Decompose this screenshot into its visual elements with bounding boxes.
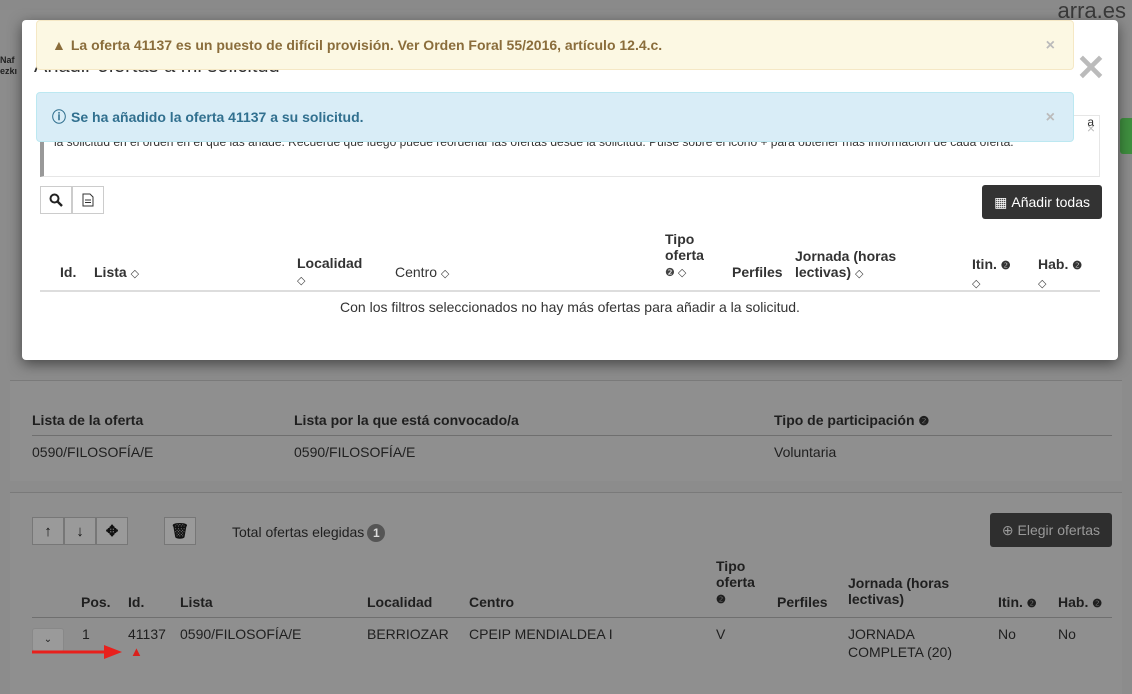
close-icon[interactable]: ×	[1046, 109, 1055, 127]
table-header-divider	[40, 290, 1100, 292]
help-icon[interactable]: ❷	[1027, 598, 1037, 610]
sort-icon: ◇	[130, 268, 140, 280]
arrow-up-icon: ↑	[44, 522, 52, 540]
header-tipo-participacion: Tipo de participación ❷	[774, 412, 930, 428]
warning-triangle-icon[interactable]: ▲	[130, 643, 143, 661]
help-icon: ❷	[1072, 260, 1083, 272]
offer-added-info: ⓘ Se ha añadido la oferta 41137 a su soli…	[36, 92, 1074, 142]
col-id: Id.	[128, 594, 145, 610]
table-header-divider	[32, 617, 1112, 618]
search-plus-icon: ⊕	[1001, 521, 1018, 538]
info-icon: ⓘ	[52, 109, 66, 125]
offer-info-section: Lista de la oferta Lista por la que está…	[10, 380, 1122, 481]
search-icon	[49, 193, 63, 207]
delete-button[interactable]: 🗑	[164, 517, 196, 545]
col-perfiles: Perfiles	[777, 594, 828, 610]
col-perfiles: Perfiles	[732, 264, 783, 280]
col-hab[interactable]: Hab. ❷ ◇	[1038, 256, 1082, 292]
row-lista: 0590/FILOSOFÍA/E	[180, 626, 302, 642]
modal-toolbar	[40, 186, 104, 214]
header-lista-convocado: Lista por la que está convocado/a	[294, 412, 519, 428]
help-icon[interactable]: ❷	[918, 414, 929, 428]
table-icon: ▦	[994, 193, 1008, 210]
row-localidad: BERRIOZAR	[367, 626, 449, 642]
col-centro: Centro	[469, 594, 515, 610]
row-pos: 1	[82, 626, 90, 642]
arrow-down-icon: ↓	[76, 522, 84, 540]
col-localidad: Localidad	[367, 594, 433, 610]
sort-icon: ◇	[297, 275, 306, 287]
annotation-arrow	[32, 645, 122, 659]
col-tipo-oferta: Tipo oferta ❷	[716, 558, 755, 606]
help-icon: ❷	[1000, 260, 1011, 272]
divider	[32, 435, 1112, 436]
intro-trailing-text: a	[1087, 115, 1094, 129]
sort-icon: ◇	[854, 268, 864, 280]
move-up-button[interactable]: ↑	[32, 517, 64, 545]
col-id: Id.	[60, 264, 77, 280]
col-lista[interactable]: Lista ◇	[94, 264, 139, 282]
col-itin: Itin. ❷	[998, 594, 1037, 610]
header-lista-oferta: Lista de la oferta	[32, 412, 144, 428]
col-jornada[interactable]: Jornada (horas lectivas) ◇	[795, 248, 925, 282]
row-hab: No	[1058, 626, 1076, 642]
col-pos: Pos.	[81, 594, 111, 610]
nav-fragment: Naf ezkı	[0, 55, 18, 76]
close-icon[interactable]: ×	[1046, 37, 1055, 55]
export-button[interactable]	[72, 186, 104, 214]
sort-icon: ◇	[972, 278, 981, 290]
col-localidad[interactable]: Localidad ◇	[297, 255, 362, 289]
row-centro: CPEIP MENDIALDEA I	[469, 626, 613, 642]
top-bar	[0, 0, 1132, 10]
move-icon: ✥	[105, 523, 119, 540]
col-hab: Hab. ❷	[1058, 594, 1103, 610]
modal-close-icon[interactable]: ✕	[1076, 50, 1106, 86]
trash-icon: 🗑	[170, 523, 190, 540]
difficult-post-warning: ▲ La oferta 41137 es un puesto de difícil…	[36, 20, 1074, 70]
chosen-offers-section: ↑ ↓ ✥ 🗑 Total ofertas elegidas 1 ⊕ Elegir…	[10, 492, 1122, 694]
row-itin: No	[998, 626, 1016, 642]
delete-toolbar: 🗑	[164, 517, 196, 545]
add-offers-modal: Añadir ofertas a mi solicitud ✕ la solic…	[22, 20, 1118, 360]
document-icon	[82, 193, 94, 207]
sort-icon: ◇	[440, 268, 450, 280]
total-chosen: Total ofertas elegidas 1	[232, 524, 386, 542]
help-icon[interactable]: ❷	[1092, 598, 1102, 610]
help-icon[interactable]: ❷	[716, 594, 726, 606]
col-lista: Lista	[180, 594, 213, 610]
col-centro[interactable]: Centro ◇	[395, 264, 449, 282]
total-badge: 1	[367, 524, 386, 542]
help-sort-icon: ❷ ◇	[665, 267, 687, 279]
choose-offers-button[interactable]: ⊕ Elegir ofertas	[989, 513, 1112, 547]
col-itin[interactable]: Itin. ❷ ◇	[972, 256, 1011, 292]
green-button-fragment	[1120, 118, 1132, 154]
move-button[interactable]: ✥	[96, 517, 128, 545]
value-tipo-participacion: Voluntaria	[774, 444, 837, 460]
warning-triangle-icon: ▲	[52, 37, 66, 53]
empty-message: Con los filtros seleccionados no hay más…	[340, 299, 800, 315]
move-down-button[interactable]: ↓	[64, 517, 96, 545]
reorder-toolbar: ↑ ↓ ✥	[32, 517, 128, 545]
col-tipo-oferta[interactable]: Tipo oferta ❷ ◇	[665, 231, 711, 281]
row-jornada: JORNADA COMPLETA (20)	[848, 626, 952, 660]
value-lista-oferta: 0590/FILOSOFÍA/E	[32, 444, 154, 460]
search-button[interactable]	[40, 186, 72, 214]
row-tipo-oferta: V	[716, 626, 726, 642]
value-lista-convocado: 0590/FILOSOFÍA/E	[294, 444, 416, 460]
add-all-button[interactable]: ▦ Añadir todas	[982, 185, 1102, 219]
col-jornada: Jornada (horas lectivas)	[848, 575, 950, 607]
row-id: 41137	[128, 626, 166, 642]
sort-icon: ◇	[1038, 278, 1047, 290]
